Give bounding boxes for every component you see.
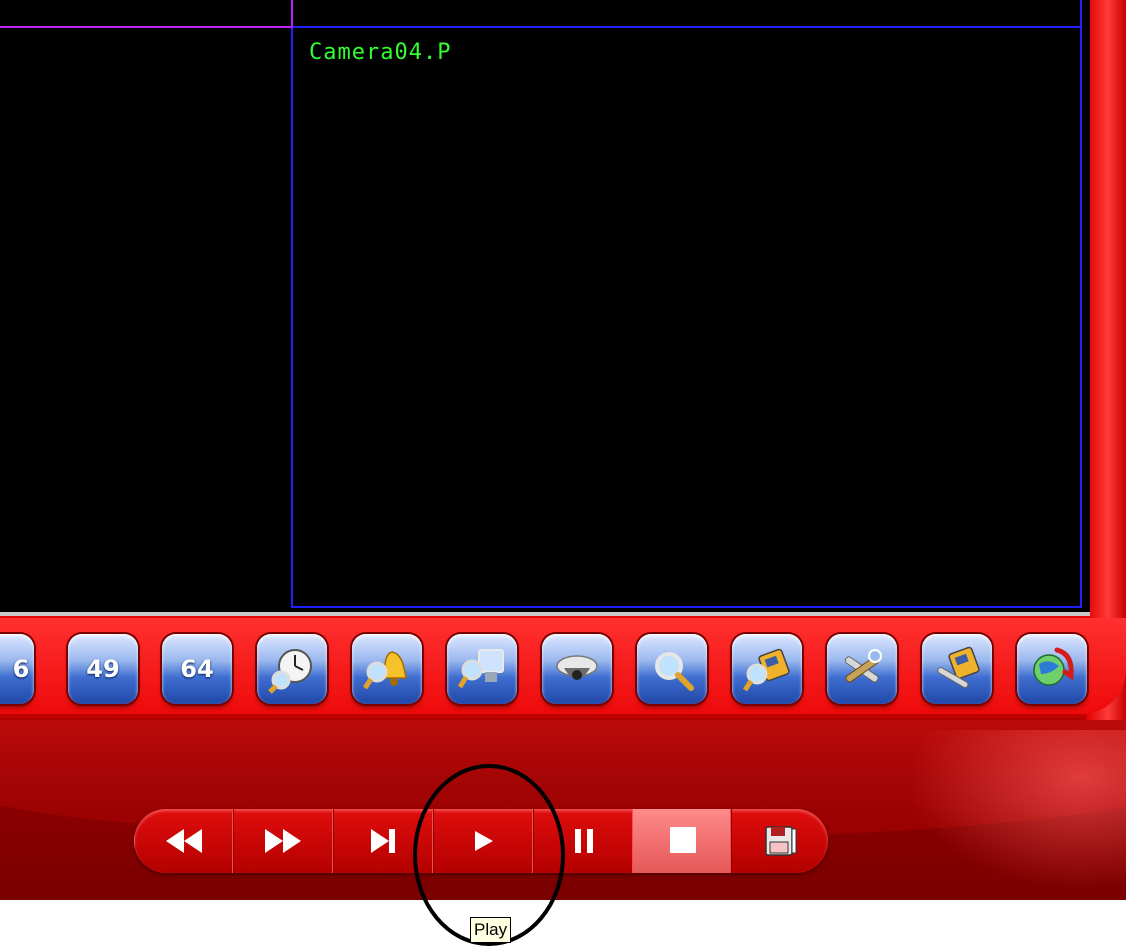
monitor-search-icon: [457, 649, 504, 689]
layout-16-button[interactable]: 6: [0, 634, 34, 704]
layout-16-label: 6: [12, 655, 30, 683]
frame-right-edge: [1086, 0, 1126, 720]
rewind-icon: [166, 829, 202, 853]
exit-button[interactable]: [1017, 634, 1087, 704]
clock-search-button[interactable]: [257, 634, 327, 704]
config-search-icon: [742, 648, 790, 692]
globe-exit-icon: [1033, 647, 1074, 686]
fast-forward-icon: [265, 829, 301, 853]
fast-forward-button[interactable]: [232, 809, 334, 873]
frame-glow-decoration: [906, 730, 1126, 890]
remote-config-icon: [937, 646, 980, 688]
tools-settings-icon: [844, 649, 882, 683]
settings-tools-button[interactable]: [827, 634, 897, 704]
clock-search-icon: [268, 649, 312, 694]
monitor-search-button[interactable]: [447, 634, 517, 704]
stop-icon: [670, 827, 696, 853]
layout-49-label: 49: [86, 655, 120, 683]
layout-64-label: 64: [180, 655, 214, 683]
search-button[interactable]: [637, 634, 707, 704]
video-cell-left[interactable]: [0, 28, 293, 608]
rewind-button[interactable]: [134, 809, 234, 873]
pause-icon: [575, 829, 593, 853]
dome-camera-icon: [556, 655, 598, 680]
video-cell-main[interactable]: Camera04.P: [293, 28, 1082, 608]
layout-64-button[interactable]: 64: [162, 634, 232, 704]
magnifier-icon: [655, 652, 694, 691]
alarm-search-button[interactable]: [352, 634, 422, 704]
camera-label: Camera04.P: [309, 40, 452, 65]
alarm-bell-search-icon: [362, 651, 407, 690]
video-cell-top-right[interactable]: [293, 0, 1082, 28]
video-display-area: Camera04.P: [0, 0, 1090, 616]
play-tooltip: Play: [470, 917, 512, 943]
stop-button[interactable]: [632, 809, 732, 873]
config-search-button[interactable]: [732, 634, 802, 704]
dome-camera-button[interactable]: [542, 634, 612, 704]
remote-config-button[interactable]: [922, 634, 992, 704]
step-forward-icon: [371, 829, 395, 853]
save-clip-button[interactable]: [730, 809, 828, 873]
application-frame: Camera04.P: [0, 0, 1126, 900]
layout-49-button[interactable]: 49: [68, 634, 138, 704]
floppy-save-icon: [765, 826, 797, 856]
video-cell-top-left[interactable]: [0, 0, 293, 28]
